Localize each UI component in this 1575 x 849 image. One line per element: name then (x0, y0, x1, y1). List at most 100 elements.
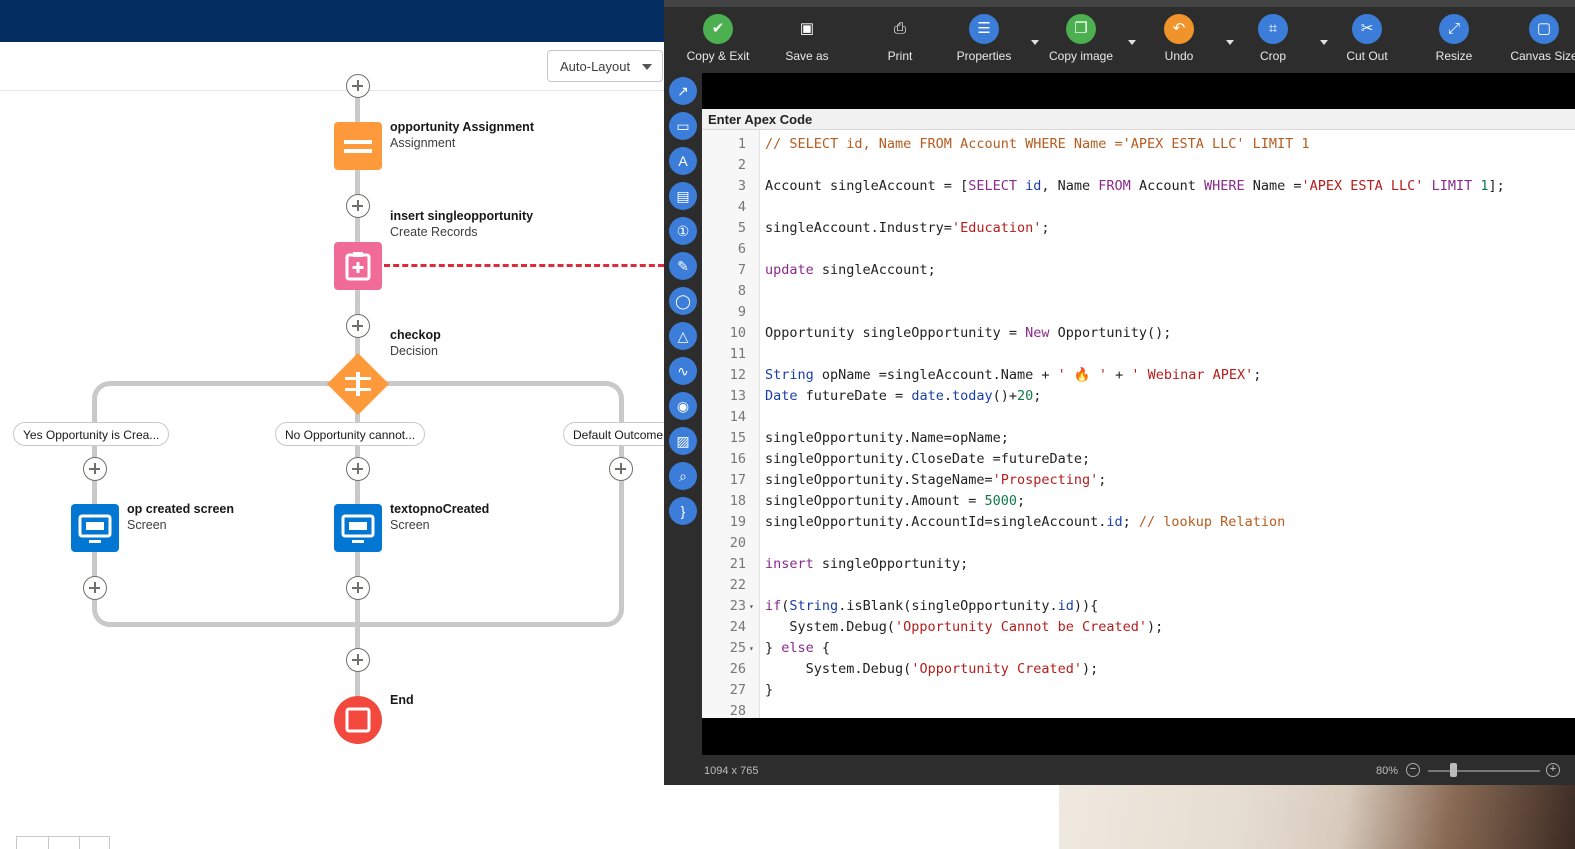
toolbar-button-label: Copy & Exit (686, 49, 750, 63)
divider (79, 837, 80, 849)
toolbar-button-crop[interactable]: ⌗ Crop (1233, 14, 1313, 70)
background-photo (1059, 785, 1575, 849)
code-line: 4 (702, 197, 1575, 218)
toolbar-button-copy-image[interactable]: ❐ Copy image (1041, 14, 1121, 70)
outcome-default-pill[interactable]: Default Outcome (563, 422, 664, 446)
add-element-icon[interactable] (346, 194, 370, 218)
line-number: 16 (729, 451, 746, 467)
code-token: // SELECT id, Name FROM Account WHERE Na… (765, 136, 1310, 152)
screen-node-no[interactable] (334, 504, 382, 552)
code-token: { (813, 640, 831, 656)
toolbar-button-resize[interactable]: ⤢ Resize (1414, 14, 1494, 70)
zoom-level: 80% (1376, 765, 1399, 777)
code-text: System.Debug('Opportunity Created'); (765, 659, 1099, 680)
zoom-out-icon[interactable]: − (1406, 763, 1420, 777)
zoom-in-icon[interactable]: + (1546, 763, 1560, 777)
text-icon[interactable]: A (669, 147, 697, 175)
freehand-icon[interactable]: ∿ (669, 357, 697, 385)
undo-icon: ↶ (1164, 14, 1194, 44)
toolbar-button-canvas-size[interactable]: ▢ Canvas Size (1504, 14, 1575, 70)
code-token: 5000 (984, 493, 1017, 509)
code-token: ); (1147, 619, 1164, 635)
create-records-icon (334, 242, 382, 290)
fold-icon[interactable]: ▾ (749, 596, 754, 617)
add-element-icon[interactable] (83, 457, 107, 481)
image-icon[interactable]: ▨ (669, 427, 697, 455)
code-token: System.Debug( (765, 619, 896, 635)
zoom-slider-thumb[interactable] (1450, 763, 1457, 777)
code-token: Account (1130, 178, 1204, 194)
code-token: singleOpportunity.Amount = (765, 493, 985, 509)
code-token: // lookup Relation (1138, 514, 1286, 530)
auto-layout-label: Auto-Layout (560, 59, 631, 74)
code-token: Date (765, 388, 798, 404)
code-token: ; (1098, 472, 1107, 488)
outcome-no-pill[interactable]: No Opportunity cannot... (275, 422, 426, 446)
blur-icon[interactable]: △ (669, 322, 697, 350)
fold-icon[interactable]: ▾ (749, 638, 754, 659)
add-element-icon[interactable] (83, 576, 107, 600)
bracket-icon[interactable]: } (669, 497, 697, 525)
code-token: New (1025, 325, 1050, 341)
toolbar-button-properties[interactable]: ☰ Properties (944, 14, 1024, 70)
code-token: insert (765, 556, 814, 572)
ellipse-icon[interactable]: ◯ (669, 287, 697, 315)
add-element-icon[interactable] (346, 457, 370, 481)
step-icon[interactable]: ① (669, 217, 697, 245)
line-number: 13 (729, 388, 746, 404)
code-line: 10 Opportunity singleOpportunity = New Op… (702, 323, 1575, 344)
code-token: 'Opportunity Cannot be Created' (895, 619, 1148, 635)
toolbar-button-undo[interactable]: ↶ Undo (1139, 14, 1219, 70)
code-line: 13 Date futureDate = date.today()+20; (702, 386, 1575, 407)
add-element-icon[interactable] (609, 457, 633, 481)
highlighter-icon[interactable]: ✎ (669, 252, 697, 280)
callout-icon[interactable]: ▤ (669, 182, 697, 210)
code-line: 18 singleOpportunity.Amount = 5000; (702, 491, 1575, 512)
add-element-icon[interactable] (346, 314, 370, 338)
line-number: 27 (729, 682, 746, 698)
toolbar-button-cut-out[interactable]: ✂ Cut Out (1327, 14, 1407, 70)
code-token: singleOpportunity.AccountId=singleAccoun… (765, 514, 1107, 530)
code-token: .isBlank(singleOpportunity. (838, 598, 1058, 614)
code-token: } (765, 682, 774, 698)
toolbar-button-print[interactable]: ⎙ Print (860, 14, 940, 70)
magnifier-icon[interactable]: ⌕ (669, 462, 697, 490)
code-token: 'Prospecting' (992, 472, 1099, 488)
code-token: } (765, 640, 782, 656)
create-records-node[interactable] (334, 242, 382, 290)
code-text: Opportunity singleOpportunity = New Oppo… (765, 323, 1171, 344)
code-token: Opportunity(); (1049, 325, 1172, 341)
add-element-icon[interactable] (346, 576, 370, 600)
code-token: singleOpportunity.StageName= (765, 472, 993, 488)
code-token: today (951, 388, 993, 404)
toolbar-button-save-as[interactable]: ▣ Save as (767, 14, 847, 70)
zoom-slider-track[interactable] (1428, 770, 1540, 772)
screen-node-yes[interactable] (71, 504, 119, 552)
chevron-down-icon[interactable] (1128, 40, 1136, 45)
rectangle-icon[interactable]: ▭ (669, 112, 697, 140)
line-number: 19 (729, 514, 746, 530)
line-number: 20 (729, 535, 746, 551)
code-line: 9 (702, 302, 1575, 323)
line-number: 21 (729, 556, 746, 572)
add-element-icon[interactable] (346, 648, 370, 672)
arrow-icon[interactable]: ↗ (669, 77, 697, 105)
add-element-icon[interactable] (346, 74, 370, 98)
line-number: 8 (737, 283, 746, 299)
assignment-node[interactable] (334, 122, 382, 170)
code-line: 7 update singleAccount; (702, 260, 1575, 281)
chevron-down-icon (642, 64, 652, 70)
auto-layout-dropdown[interactable]: Auto-Layout (547, 50, 663, 82)
line-number: 12 (729, 367, 746, 383)
decision-node[interactable] (326, 352, 390, 416)
code-text: String opName =singleAccount.Name + ' 🔥 … (765, 365, 1261, 386)
end-node[interactable] (334, 696, 382, 744)
assignment-label: opportunity Assignment Assignment (390, 119, 534, 151)
zoom-controls[interactable] (16, 836, 110, 849)
chevron-down-icon[interactable] (1031, 40, 1039, 45)
fill-icon[interactable]: ◉ (669, 392, 697, 420)
outcome-yes-pill[interactable]: Yes Opportunity is Crea... (13, 422, 170, 446)
code-line: 1 // SELECT id, Name FROM Account WHERE N… (702, 134, 1575, 155)
code-token: if (765, 598, 782, 614)
toolbar-button-copy-exit[interactable]: ✔ Copy & Exit (678, 14, 758, 70)
